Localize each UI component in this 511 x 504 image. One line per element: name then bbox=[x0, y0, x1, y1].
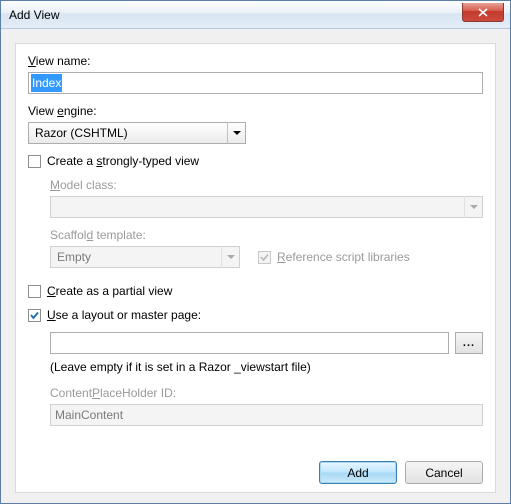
close-icon bbox=[478, 8, 488, 17]
dialog-footer: Add Cancel bbox=[28, 451, 483, 484]
view-engine-select[interactable]: Razor (CSHTML) bbox=[28, 122, 246, 144]
view-name-group: View name: Index bbox=[28, 54, 483, 94]
form-panel: View name: Index View engine: Razor (CSH… bbox=[15, 43, 496, 493]
add-button[interactable]: Add bbox=[319, 461, 397, 484]
chevron-down-icon bbox=[221, 246, 239, 268]
checkbox-icon bbox=[28, 285, 41, 298]
strongly-typed-label: Create a strongly-typed view bbox=[47, 154, 199, 168]
scaffold-label: Scaffold template: bbox=[50, 228, 483, 242]
cph-label: ContentPlaceHolder ID: bbox=[50, 386, 483, 400]
view-engine-label: View engine: bbox=[28, 104, 483, 118]
use-layout-checkbox[interactable]: Use a layout or master page: bbox=[28, 308, 483, 322]
titlebar: Add View bbox=[1, 1, 510, 29]
checkbox-icon bbox=[258, 251, 271, 264]
scaffold-value: Empty bbox=[57, 250, 91, 264]
check-icon bbox=[259, 252, 270, 263]
model-class-group: Model class: bbox=[50, 178, 483, 218]
partial-view-checkbox[interactable]: Create as a partial view bbox=[28, 284, 483, 298]
view-name-input[interactable]: Index bbox=[28, 72, 483, 94]
view-engine-group: View engine: Razor (CSHTML) bbox=[28, 104, 483, 144]
view-name-value: Index bbox=[31, 74, 62, 92]
reference-scripts-checkbox: Reference script libraries bbox=[258, 250, 410, 264]
chevron-down-icon bbox=[464, 196, 482, 218]
window-title: Add View bbox=[9, 8, 59, 22]
model-class-label: Model class: bbox=[50, 178, 483, 192]
cph-input bbox=[50, 404, 483, 426]
check-icon bbox=[29, 310, 40, 321]
strongly-typed-checkbox[interactable]: Create a strongly-typed view bbox=[28, 154, 483, 168]
dialog-content: View name: Index View engine: Razor (CSH… bbox=[1, 29, 510, 503]
view-engine-value: Razor (CSHTML) bbox=[35, 126, 128, 140]
layout-hint: (Leave empty if it is set in a Razor _vi… bbox=[50, 360, 483, 374]
model-class-select bbox=[50, 196, 483, 218]
chevron-down-icon bbox=[227, 122, 245, 144]
view-name-label: View name: bbox=[28, 54, 483, 68]
reference-scripts-label: Reference script libraries bbox=[277, 250, 410, 264]
checkbox-icon bbox=[28, 309, 41, 322]
layout-path-input[interactable] bbox=[50, 332, 449, 354]
checkbox-icon bbox=[28, 155, 41, 168]
use-layout-label: Use a layout or master page: bbox=[47, 308, 201, 322]
scaffold-select: Empty bbox=[50, 246, 240, 268]
scaffold-group: Scaffold template: Empty Reference scrip… bbox=[50, 228, 483, 268]
partial-view-label: Create as a partial view bbox=[47, 284, 172, 298]
close-button[interactable] bbox=[462, 3, 504, 22]
cancel-button[interactable]: Cancel bbox=[405, 461, 483, 484]
layout-group: ... (Leave empty if it is set in a Razor… bbox=[50, 332, 483, 426]
browse-button[interactable]: ... bbox=[455, 332, 483, 354]
